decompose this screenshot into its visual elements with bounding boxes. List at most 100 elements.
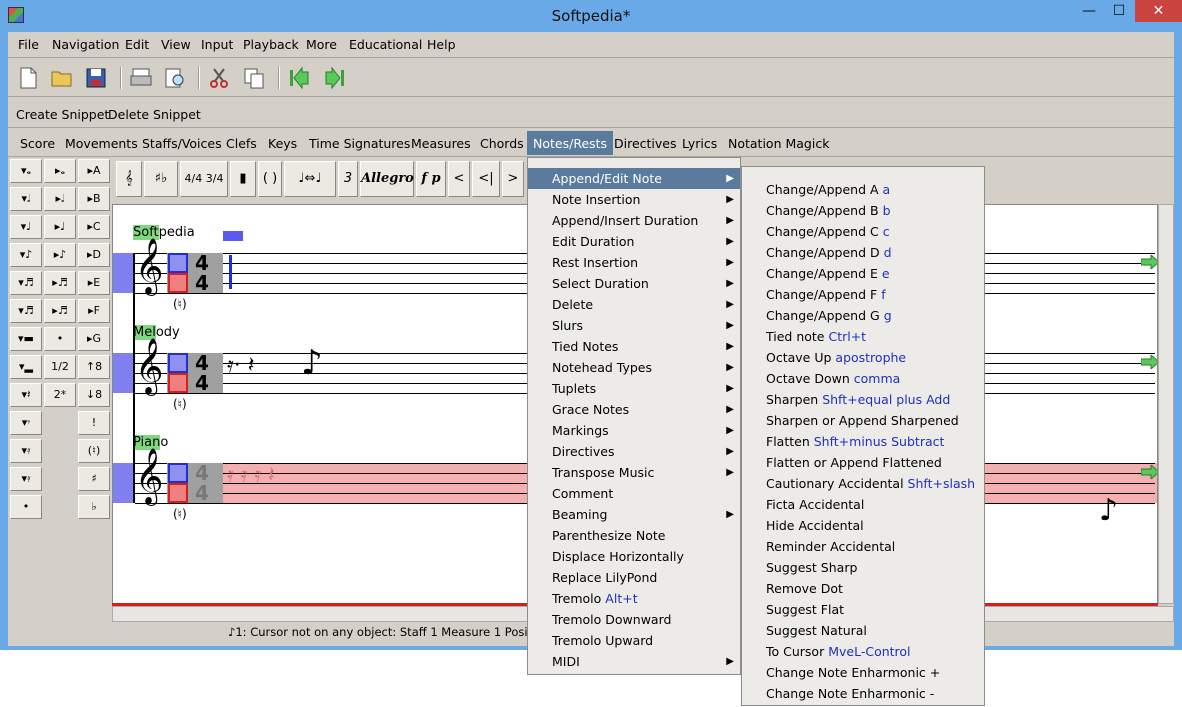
delete-snippet-button[interactable]: Delete Snippet	[108, 107, 201, 122]
insert-thirtysecond-button[interactable]: ▸♬	[44, 299, 76, 323]
objmenu-clefs[interactable]: Clefs	[226, 136, 257, 151]
objmenu-staffs-voices[interactable]: Staffs/Voices	[142, 136, 222, 151]
go-start-icon[interactable]	[288, 66, 312, 90]
open-folder-icon[interactable]	[50, 66, 74, 90]
sixteenth-note-button[interactable]: ▾♬	[10, 271, 42, 295]
menuitem-tremolo-upward[interactable]: Tremolo Upward	[528, 630, 740, 651]
eighth-rest-button[interactable]: ▾𝄾	[10, 411, 42, 435]
menuitem-remove-dot[interactable]: Remove Dot	[742, 578, 984, 599]
key-signature-icon[interactable]: ♯♭	[144, 161, 178, 197]
note-a-button[interactable]: ▸A	[78, 159, 110, 183]
menuitem-tied-notes[interactable]: Tied Notes ▶	[528, 336, 740, 357]
menuitem-append-insert-duration[interactable]: Append/Insert Duration ▶	[528, 210, 740, 231]
eighth-note-button[interactable]: ▾♪	[10, 243, 42, 267]
natural-button[interactable]: (♮)	[78, 439, 110, 463]
save-icon[interactable]	[84, 66, 108, 90]
menuitem-change-append-e[interactable]: Change/Append E e	[742, 263, 984, 284]
note-eighth[interactable]: ♪	[1099, 493, 1118, 528]
beam-icon[interactable]: ▮	[230, 161, 256, 197]
menuitem-change-append-a[interactable]: Change/Append A a	[742, 179, 984, 200]
objmenu-movements[interactable]: Movements	[65, 136, 138, 151]
menuitem-octave-down[interactable]: Octave Down comma	[742, 368, 984, 389]
flat-button[interactable]: ♭	[78, 495, 110, 519]
minimize-button[interactable]: —	[1074, 0, 1104, 22]
maximize-button[interactable]: ☐	[1104, 0, 1134, 22]
menu-educational[interactable]: Educational	[349, 37, 422, 52]
menuitem-sharpen[interactable]: Sharpen Shft+equal plus Add	[742, 389, 984, 410]
menuitem-change-append-d[interactable]: Change/Append D d	[742, 242, 984, 263]
whole-rest-button[interactable]: ▾▬	[10, 327, 42, 351]
menuitem-flatten[interactable]: Flatten Shft+minus Subtract	[742, 431, 984, 452]
insert-eighth-button[interactable]: ▸♪	[44, 243, 76, 267]
octave-up-button[interactable]: ↑8	[78, 355, 110, 379]
menuitem-suggest-natural[interactable]: Suggest Natural	[742, 620, 984, 641]
thirtysecond-rest-button[interactable]: ▾𝄿	[10, 467, 42, 491]
note-d-button[interactable]: ▸D	[78, 243, 110, 267]
objmenu-directives[interactable]: Directives	[614, 136, 677, 151]
objmenu-chords[interactable]: Chords	[480, 136, 524, 151]
half-note-button[interactable]: ▾𝅗𝅥	[10, 187, 42, 211]
go-end-icon[interactable]	[322, 66, 346, 90]
menuitem-note-insertion[interactable]: Note Insertion ▶	[528, 189, 740, 210]
objmenu-keys[interactable]: Keys	[268, 136, 297, 151]
menuitem-sharpen-or-append-sharpened[interactable]: Sharpen or Append Sharpened	[742, 410, 984, 431]
menuitem-ficta-accidental[interactable]: Ficta Accidental	[742, 494, 984, 515]
dot-small-button[interactable]: •	[44, 327, 76, 351]
time-signature-button[interactable]: 4/4 3/4	[180, 161, 228, 197]
green-arrow-icon[interactable]	[1141, 465, 1158, 479]
tie-icon[interactable]: ♩⇔♩	[284, 161, 336, 197]
menu-file[interactable]: File	[18, 37, 39, 52]
objmenu-time-signatures[interactable]: Time Signatures	[309, 136, 410, 151]
nav-first-button[interactable]: <|	[472, 161, 500, 197]
thirtysecond-note-button[interactable]: ▾♬	[10, 299, 42, 323]
green-arrow-icon[interactable]	[1141, 355, 1158, 369]
note-f-button[interactable]: ▸F	[78, 299, 110, 323]
cautionary-button[interactable]: !	[78, 411, 110, 435]
print-icon[interactable]	[129, 66, 153, 90]
vertical-scrollbar[interactable]	[1158, 204, 1174, 604]
menu-more[interactable]: More	[306, 37, 337, 52]
menuitem-rest-insertion[interactable]: Rest Insertion ▶	[528, 252, 740, 273]
note-e-button[interactable]: ▸E	[78, 271, 110, 295]
menuitem-append-edit-note[interactable]: Append/Edit Note ▶	[528, 168, 740, 189]
menuitem-tremolo-downward[interactable]: Tremolo Downward	[528, 609, 740, 630]
objmenu-notation-magick[interactable]: Notation Magick	[728, 136, 829, 151]
clef-icon[interactable]: 𝄞	[116, 161, 142, 197]
menuitem-replace-lilypond[interactable]: Replace LilyPond	[528, 567, 740, 588]
whole-note-button[interactable]: ▾𝅝	[10, 159, 42, 183]
green-arrow-icon[interactable]	[1141, 255, 1158, 269]
insert-half-button[interactable]: ▸𝅗𝅥	[44, 187, 76, 211]
objmenu-notes-rests[interactable]: Notes/Rests	[527, 131, 614, 155]
menuitem-change-append-f[interactable]: Change/Append F f	[742, 284, 984, 305]
menuitem-edit-duration[interactable]: Edit Duration ▶	[528, 231, 740, 252]
menuitem-cautionary-accidental[interactable]: Cautionary Accidental Shft+slash	[742, 473, 984, 494]
menuitem-tremolo[interactable]: Tremolo Alt+t	[528, 588, 740, 609]
menuitem-flatten-or-append-flattened[interactable]: Flatten or Append Flattened	[742, 452, 984, 473]
copy-icon[interactable]	[242, 66, 266, 90]
staff-selector[interactable]	[113, 253, 135, 293]
objmenu-lyrics[interactable]: Lyrics	[682, 136, 717, 151]
menuitem-notehead-types[interactable]: Notehead Types ▶	[528, 357, 740, 378]
menuitem-change-note-enharmonic[interactable]: Change Note Enharmonic -	[742, 683, 984, 704]
close-button[interactable]: ✕	[1135, 0, 1182, 22]
octave-down-button[interactable]: ↓8	[78, 383, 110, 407]
menu-edit[interactable]: Edit	[125, 37, 149, 52]
nav-prev-button[interactable]: <	[448, 161, 470, 197]
menuitem-suggest-sharp[interactable]: Suggest Sharp	[742, 557, 984, 578]
menuitem-hide-accidental[interactable]: Hide Accidental	[742, 515, 984, 536]
menuitem-reminder-accidental[interactable]: Reminder Accidental	[742, 536, 984, 557]
quarter-rest-button[interactable]: ▾𝄽	[10, 383, 42, 407]
menuitem-tuplets[interactable]: Tuplets ▶	[528, 378, 740, 399]
tempo-button[interactable]: Allegro	[360, 161, 414, 197]
menuitem-delete[interactable]: Delete ▶	[528, 294, 740, 315]
sixteenth-rest-button[interactable]: ▾𝄿	[10, 439, 42, 463]
note-c-button[interactable]: ▸C	[78, 215, 110, 239]
new-file-icon[interactable]	[16, 66, 40, 90]
objmenu-score[interactable]: Score	[20, 136, 55, 151]
create-snippet-button[interactable]: Create Snippet	[16, 107, 109, 122]
note-b-button[interactable]: ▸B	[78, 187, 110, 211]
half-duration-button[interactable]: 1/2	[44, 355, 76, 379]
note-g-button[interactable]: ▸G	[78, 327, 110, 351]
menuitem-beaming[interactable]: Beaming ▶	[528, 504, 740, 525]
menuitem-select-duration[interactable]: Select Duration ▶	[528, 273, 740, 294]
